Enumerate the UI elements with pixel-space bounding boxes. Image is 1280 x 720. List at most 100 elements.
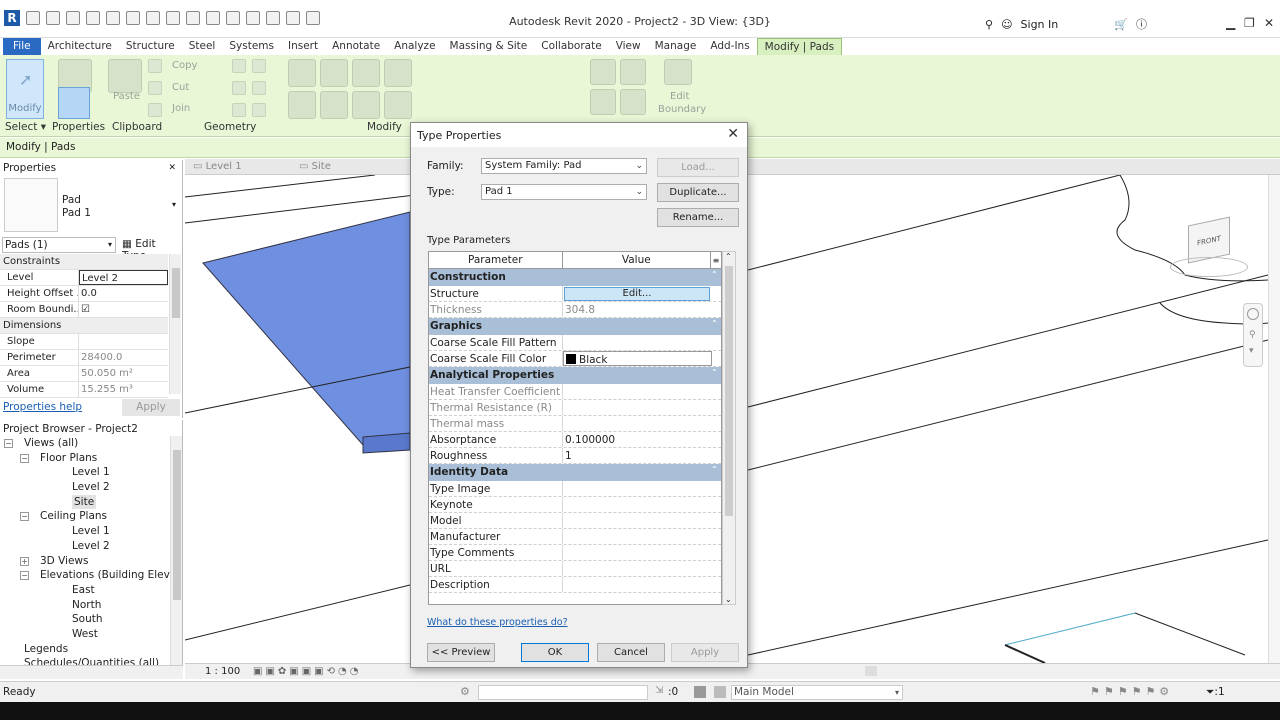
tab-architecture[interactable]: Architecture bbox=[41, 38, 119, 55]
tree-node[interactable]: Level 1 bbox=[0, 524, 170, 539]
view-scale[interactable]: 1 : 100 bbox=[205, 666, 240, 677]
cart-icon[interactable]: 🛒 bbox=[1114, 18, 1128, 31]
nav-dropdown-icon[interactable]: ▾ bbox=[1249, 346, 1254, 356]
tree-node[interactable]: − Ceiling Plans bbox=[0, 509, 170, 524]
geometry-icon-2[interactable] bbox=[252, 59, 266, 73]
sign-in-link[interactable]: Sign In bbox=[1021, 18, 1059, 31]
tree-node[interactable]: West bbox=[0, 627, 170, 642]
cancel-button[interactable]: Cancel bbox=[597, 643, 665, 662]
trim-icon[interactable] bbox=[384, 91, 412, 119]
align-icon[interactable] bbox=[288, 59, 316, 87]
tab-modify-pads[interactable]: Modify | Pads bbox=[756, 38, 843, 55]
tab-structure[interactable]: Structure bbox=[119, 38, 182, 55]
cut-clipboard-icon[interactable] bbox=[148, 59, 162, 73]
active-model-select[interactable]: Main Model ▾ bbox=[731, 685, 903, 700]
browser-horizontal-scrollbar[interactable] bbox=[0, 665, 183, 679]
viewcube-compass-ring[interactable] bbox=[1170, 257, 1248, 277]
user-icon[interactable]: ☺ bbox=[1001, 18, 1012, 31]
match-properties-icon[interactable] bbox=[148, 103, 162, 117]
expand-icon[interactable]: + bbox=[20, 556, 29, 566]
tab-massing-site[interactable]: Massing & Site bbox=[443, 38, 535, 55]
parameter-group-identity-data[interactable]: Identity Data ⌃ bbox=[429, 464, 721, 481]
tab-insert[interactable]: Insert bbox=[281, 38, 325, 55]
parameter-value[interactable] bbox=[563, 561, 712, 576]
offset-icon[interactable] bbox=[320, 59, 348, 87]
tree-node[interactable]: Schedules/Quantities (all) bbox=[0, 656, 170, 665]
column-menu-icon[interactable]: ≡ bbox=[711, 252, 721, 268]
tree-node[interactable]: Level 2 bbox=[0, 539, 170, 554]
viewport-horizontal-scroll-thumb[interactable] bbox=[865, 666, 877, 676]
scroll-thumb[interactable] bbox=[725, 266, 733, 516]
tab-collaborate[interactable]: Collaborate bbox=[534, 38, 608, 55]
view-icon-2[interactable] bbox=[620, 59, 646, 85]
close-icon[interactable]: ✕ bbox=[1264, 16, 1274, 30]
type-select[interactable]: Pad 1 ⌄ bbox=[481, 184, 647, 200]
view-icon-3[interactable] bbox=[590, 89, 616, 115]
parameter-value[interactable] bbox=[563, 577, 712, 592]
properties-section-dimensions[interactable]: Dimensions bbox=[0, 318, 168, 334]
filter-count[interactable]: ⏷:1 bbox=[1206, 686, 1225, 699]
tab-annotate[interactable]: Annotate bbox=[325, 38, 387, 55]
parameter-column-header[interactable]: Parameter bbox=[429, 252, 563, 268]
tree-node[interactable]: Level 2 bbox=[0, 480, 170, 495]
structure-edit-button[interactable]: Edit... bbox=[564, 287, 710, 301]
rename-button[interactable]: Rename... bbox=[657, 208, 739, 227]
tree-node[interactable]: Site bbox=[0, 494, 170, 510]
geometry-icon-6[interactable] bbox=[252, 103, 266, 117]
parameter-value[interactable] bbox=[563, 497, 712, 512]
copy-icon[interactable] bbox=[320, 91, 348, 119]
collapse-group-icon[interactable]: ⌃ bbox=[711, 464, 721, 481]
tab-view[interactable]: View bbox=[609, 38, 648, 55]
tab-systems[interactable]: Systems bbox=[222, 38, 281, 55]
property-value[interactable]: ☑ bbox=[79, 302, 168, 317]
view-control-icons[interactable]: ▣▣✿▣▣▣⟲◔◔ bbox=[253, 666, 361, 677]
exclude-options-icon[interactable] bbox=[714, 686, 726, 698]
property-value[interactable]: 0.0 bbox=[79, 286, 168, 301]
parameter-value[interactable]: Black bbox=[563, 351, 712, 366]
tree-node[interactable]: Legends bbox=[0, 642, 170, 657]
tree-node[interactable]: +3D Views bbox=[0, 554, 170, 569]
collapse-icon[interactable]: − bbox=[20, 512, 29, 522]
type-selector-dropdown-icon[interactable]: ▾ bbox=[172, 200, 176, 209]
collapse-group-icon[interactable]: ⌃ bbox=[711, 367, 721, 384]
geometry-icon-5[interactable] bbox=[232, 103, 246, 117]
tab-site[interactable]: ▭ Site bbox=[299, 161, 331, 172]
edit-boundary-icon[interactable] bbox=[664, 59, 692, 85]
tab-level-1[interactable]: ▭ Level 1 bbox=[193, 161, 242, 172]
modify-button[interactable]: ➚ Modify bbox=[6, 59, 44, 119]
steering-wheel-icon[interactable] bbox=[1247, 308, 1259, 320]
properties-scrollbar[interactable] bbox=[169, 254, 181, 394]
preview-button[interactable]: << Preview bbox=[427, 643, 495, 662]
ok-button[interactable]: OK bbox=[521, 643, 589, 662]
dialog-close-icon[interactable]: ✕ bbox=[727, 126, 739, 142]
geometry-icon-4[interactable] bbox=[252, 81, 266, 95]
minimize-icon[interactable]: ▁ bbox=[1226, 16, 1235, 30]
help-icon[interactable]: ⓘ bbox=[1136, 16, 1147, 32]
viewport-vertical-scrollbar[interactable] bbox=[1268, 175, 1280, 663]
apply-button[interactable]: Apply bbox=[671, 643, 739, 662]
parameter-group-construction[interactable]: Construction ⌃ bbox=[429, 269, 721, 286]
workset-select[interactable] bbox=[478, 685, 648, 700]
parameter-value[interactable] bbox=[563, 513, 712, 528]
close-icon[interactable]: ✕ bbox=[168, 163, 176, 173]
select-panel-label[interactable]: Select ▾ bbox=[5, 121, 46, 133]
duplicate-button[interactable]: Duplicate... bbox=[657, 183, 739, 202]
view-icon-1[interactable] bbox=[590, 59, 616, 85]
property-value[interactable]: Level 2 bbox=[79, 270, 168, 285]
tab-add-ins[interactable]: Add-Ins bbox=[703, 38, 756, 55]
load-button[interactable]: Load... bbox=[657, 158, 739, 177]
mirror-draw-icon[interactable] bbox=[384, 59, 412, 87]
geometry-icon-3[interactable] bbox=[232, 81, 246, 95]
tree-node[interactable]: − Floor Plans bbox=[0, 451, 170, 466]
tree-node[interactable]: − Elevations (Building Elevatio bbox=[0, 568, 182, 583]
collapse-icon[interactable]: − bbox=[20, 571, 29, 581]
tree-node[interactable]: − Views (all) bbox=[0, 436, 170, 451]
browser-scrollbar[interactable] bbox=[170, 436, 182, 665]
scroll-down-icon[interactable]: ⌄ bbox=[725, 595, 732, 604]
parameter-group-graphics[interactable]: Graphics ⌃ bbox=[429, 318, 721, 335]
tree-node[interactable]: South bbox=[0, 612, 170, 627]
paste-icon[interactable] bbox=[108, 59, 142, 93]
table-scrollbar[interactable]: ⌃ ⌄ bbox=[722, 251, 736, 605]
move-icon[interactable] bbox=[288, 91, 316, 119]
restore-icon[interactable]: ❐ bbox=[1244, 16, 1255, 30]
